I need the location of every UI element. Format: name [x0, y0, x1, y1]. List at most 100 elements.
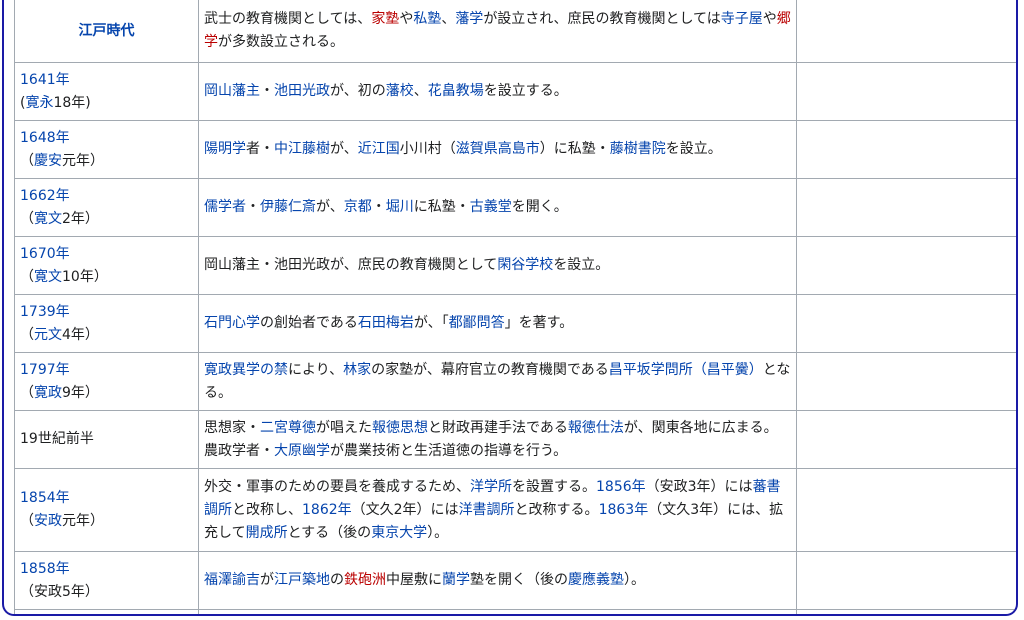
link-event[interactable]: 近江国: [358, 141, 400, 157]
link-event[interactable]: 藩学: [455, 11, 483, 27]
date-cell: 19世紀前半: [14, 410, 199, 469]
notes-cell: [796, 62, 1016, 121]
link-event[interactable]: 開成所: [246, 525, 288, 541]
link-event[interactable]: 1856年: [596, 479, 646, 495]
event-text: 外交・軍事のための要員を養成するため、: [204, 478, 470, 495]
notes-cell: [796, 178, 1016, 237]
link-event[interactable]: 林家: [343, 362, 371, 378]
link-event[interactable]: 1863年: [599, 502, 649, 518]
event-text: ・: [260, 83, 274, 99]
date-text: 9年）: [62, 384, 99, 401]
event-cell: 儒学者・伊藤仁斎が、京都・堀川に私塾・古義堂を開く。: [198, 178, 797, 237]
link-event[interactable]: 京都: [344, 199, 372, 215]
link-date[interactable]: 寛文: [34, 211, 62, 227]
link-event[interactable]: 寛政異学の禁: [204, 362, 288, 378]
link-date[interactable]: 1739年: [20, 304, 70, 320]
link-event[interactable]: 都鄙問答: [449, 315, 505, 331]
date-text: 19世紀前半: [20, 431, 94, 447]
link-event[interactable]: 蘭学: [442, 572, 470, 588]
date-text: （: [20, 384, 34, 401]
link-date[interactable]: 安政: [34, 513, 62, 529]
link-event[interactable]: 岡山藩主: [204, 83, 260, 99]
link-event[interactable]: 藤樹書院: [610, 141, 666, 157]
event-text: や: [399, 11, 414, 27]
link-event[interactable]: 池田光政: [274, 83, 330, 99]
event-text: が、初の: [330, 83, 386, 99]
notes-cell: [796, 120, 1016, 179]
event-cell: 外交・軍事のための要員を養成するため、洋学所を設置する。1856年（安政3年）に…: [198, 468, 797, 552]
event-text: が、「: [413, 315, 449, 331]
link-event[interactable]: 寺子屋: [721, 11, 763, 27]
link-event[interactable]: 陽明学: [204, 141, 246, 157]
date-text: 10年）: [62, 268, 108, 285]
link-event[interactable]: 私塾: [413, 11, 441, 27]
link-date[interactable]: 1797年: [20, 362, 70, 378]
link-date[interactable]: 寛永: [25, 95, 53, 111]
event-text: 思想家・: [204, 419, 260, 436]
link-event[interactable]: 高島市: [498, 141, 540, 157]
link-event[interactable]: 洋学所: [470, 479, 512, 495]
link-event[interactable]: 昌平坂学問所（昌平黌）: [609, 362, 763, 378]
link-date[interactable]: 1854年: [20, 490, 70, 506]
link-date[interactable]: 寛文: [34, 269, 62, 285]
link-event[interactable]: 中江藤樹: [274, 141, 330, 157]
link-event[interactable]: 石門心学: [204, 315, 260, 331]
link-event[interactable]: 藩校: [386, 83, 414, 99]
notes-cell: [796, 551, 1016, 610]
notes-cell: [796, 352, 1016, 411]
event-text: とする（後の: [287, 524, 372, 541]
event-text: や: [762, 11, 777, 27]
event-text: の創始者である: [260, 315, 358, 331]
link-date[interactable]: 元文: [34, 327, 62, 343]
link-event[interactable]: 大原幽学: [274, 443, 330, 459]
link-event[interactable]: 伊藤仁斎: [260, 199, 316, 215]
event-text: により、: [288, 361, 344, 378]
link-event[interactable]: 慶應義塾: [568, 572, 624, 588]
event-text: が設立され、庶民の教育機関としては: [483, 11, 721, 27]
link-date[interactable]: 1662年: [20, 188, 70, 204]
era-heading-cell: 江戸時代: [14, 0, 199, 63]
link-event[interactable]: 二宮尊徳: [260, 420, 316, 436]
event-text: と改称する。: [514, 501, 599, 518]
event-text: 塾を開く（後の: [470, 572, 568, 588]
date-cell: 1858年 （安政5年）: [14, 551, 199, 610]
link-date[interactable]: 1648年: [20, 130, 70, 146]
date-text: 4年）: [62, 326, 99, 343]
link-event[interactable]: 古義堂: [470, 199, 512, 215]
link-event[interactable]: 花畠教場: [428, 83, 484, 99]
date-text: （: [20, 513, 34, 529]
link-event[interactable]: 報徳仕法: [568, 420, 624, 436]
table-row: 1641年 (寛永18年) 岡山藩主・池田光政が、初の藩校、花畠教場を設立する。: [14, 62, 1016, 121]
event-text: が、: [330, 141, 358, 157]
link-event[interactable]: 報徳思想: [372, 420, 428, 436]
notes-cell: [796, 294, 1016, 353]
table-row: 江戸時代 武士の教育機関としては、家塾や私塾、藩学が設立され、庶民の教育機関として…: [14, 0, 1016, 63]
event-text: が、: [316, 199, 344, 215]
notes-cell: [796, 236, 1016, 295]
link-date[interactable]: 1641年: [20, 72, 70, 88]
event-text: 」を著す。: [504, 315, 574, 331]
link-date[interactable]: 1670年: [20, 246, 70, 262]
event-text: の: [330, 572, 344, 588]
link-date[interactable]: 寛政: [34, 385, 62, 401]
link-event[interactable]: 築地: [302, 572, 330, 588]
date-text: 元年）: [62, 152, 104, 169]
redlink-event[interactable]: 家塾: [371, 11, 399, 27]
link-event[interactable]: 石田梅岩: [358, 315, 414, 331]
link-event[interactable]: 儒学者: [204, 199, 246, 215]
link-event[interactable]: 堀川: [386, 199, 414, 215]
event-text: の家塾が、幕府官立の教育機関である: [371, 361, 609, 378]
redlink-event[interactable]: 鉄砲洲: [344, 572, 386, 588]
link-event[interactable]: 1862年: [302, 502, 352, 518]
link-event[interactable]: 洋書調所: [459, 502, 515, 518]
link-event[interactable]: 滋賀県: [456, 141, 498, 157]
link-event[interactable]: 江戸: [274, 572, 302, 588]
event-cell: 思想家・二宮尊徳が唱えた報徳思想と財政再建手法である報徳仕法が、関東各地に広まる…: [198, 410, 797, 469]
link-event[interactable]: 閑谷学校: [497, 257, 553, 273]
event-text: 岡山藩主・池田光政が、庶民の教育機関として: [204, 257, 498, 273]
link-date[interactable]: 1858年: [20, 561, 70, 577]
era-link[interactable]: 江戸時代: [79, 23, 135, 39]
link-event[interactable]: 東京大学: [371, 525, 427, 541]
link-date[interactable]: 慶安: [34, 153, 62, 169]
link-event[interactable]: 福澤諭吉: [204, 572, 260, 588]
